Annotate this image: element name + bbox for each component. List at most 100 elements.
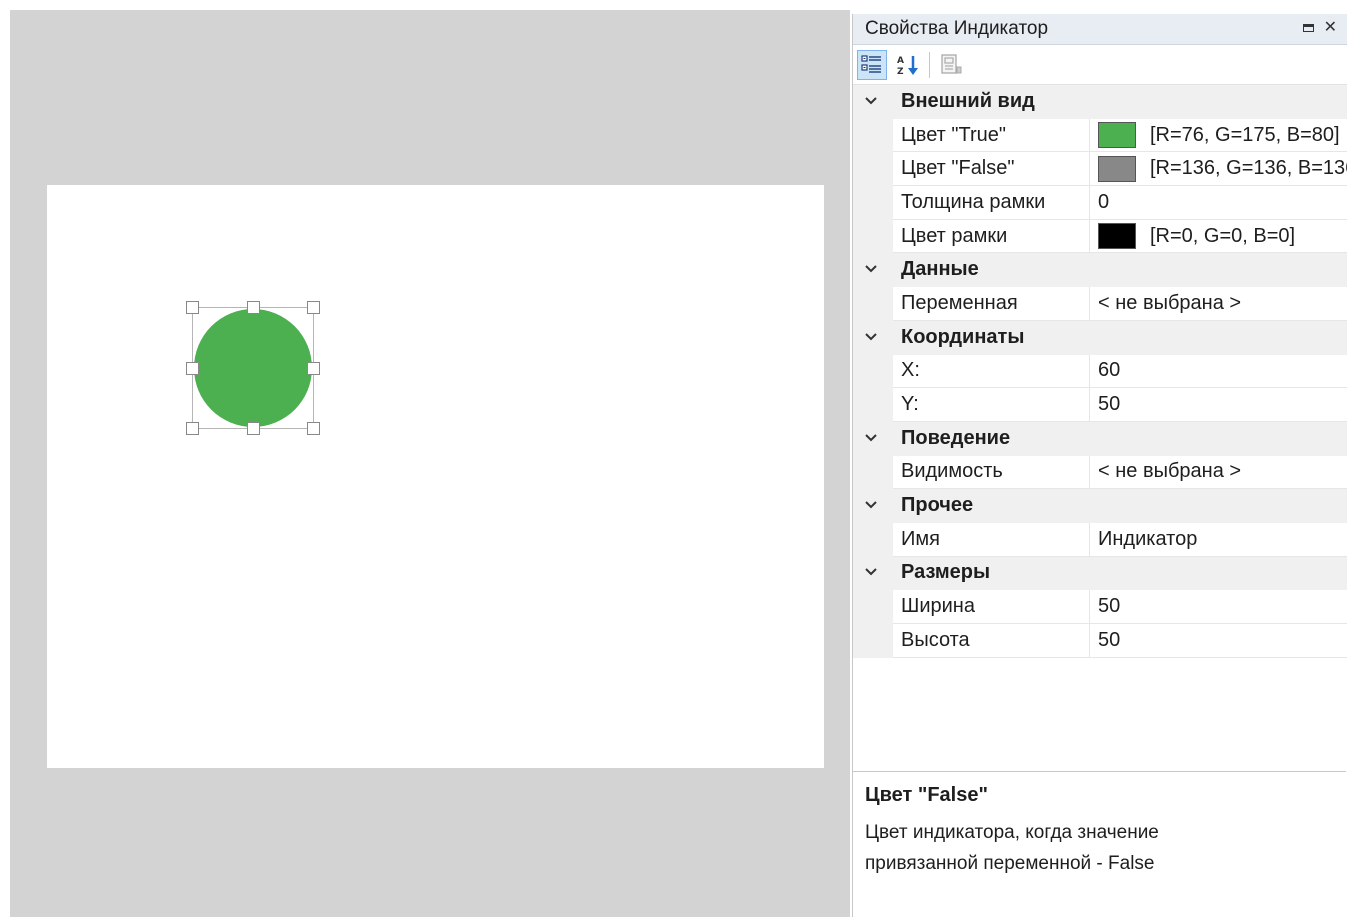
property-name: Имя — [893, 522, 1090, 557]
property-name: Переменная — [893, 287, 1090, 321]
property-gutter — [853, 219, 893, 254]
categorized-icon — [861, 54, 881, 73]
indicator-element[interactable] — [194, 309, 312, 427]
categorized-button[interactable] — [857, 49, 887, 80]
sort-alphabetical-icon: A Z — [897, 55, 918, 77]
property-value[interactable]: Индикатор — [1090, 523, 1347, 557]
property-value-text: < не выбрана > — [1098, 291, 1242, 314]
description-text: Цвет индикатора, когда значение привязан… — [865, 822, 1159, 874]
property-gutter — [853, 388, 893, 422]
property-value[interactable]: [R=0, G=0, B=0] — [1090, 220, 1347, 254]
category-label: Данные — [901, 258, 979, 281]
properties-panel: Свойства Индикатор ✕ A Z Внешний вид Цве… — [852, 14, 1347, 917]
resize-handle-left[interactable] — [186, 362, 199, 375]
resize-handle-right[interactable] — [307, 362, 320, 375]
category-label: Прочее — [901, 494, 974, 517]
resize-handle-top-left[interactable] — [186, 301, 199, 314]
property-value-text: < не выбрана > — [1098, 460, 1242, 483]
description-title: Цвет "False" — [865, 784, 988, 806]
property-grid: Внешний вид Цвет "True" [R=76, G=175, B=80… — [853, 85, 1347, 658]
property-name: Ширина — [893, 590, 1090, 624]
property-value-text: [R=136, G=136, B=136] — [1150, 157, 1347, 180]
property-toolbar: A Z — [853, 45, 1347, 85]
property-gutter — [853, 624, 893, 658]
color-swatch[interactable] — [1098, 223, 1136, 250]
color-swatch[interactable] — [1098, 155, 1136, 182]
category-row[interactable]: Данные — [853, 253, 1347, 288]
property-value-text: [R=76, G=175, B=80] — [1150, 123, 1340, 146]
property-gutter — [853, 455, 893, 490]
property-row[interactable]: Y: 50 — [853, 388, 1347, 422]
property-name: Цвет "False" — [893, 152, 1090, 187]
property-pages-button[interactable] — [936, 50, 966, 80]
close-icon[interactable]: ✕ — [1324, 20, 1337, 36]
property-value[interactable]: < не выбрана > — [1090, 456, 1347, 490]
resize-handle-bottom-right[interactable] — [307, 422, 320, 435]
property-value[interactable]: [R=76, G=175, B=80] — [1090, 119, 1347, 153]
category-label: Внешний вид — [901, 89, 1035, 112]
property-gutter — [853, 152, 893, 187]
property-value[interactable]: [R=136, G=136, B=136] — [1090, 152, 1347, 187]
maximize-icon[interactable] — [1302, 24, 1314, 32]
property-row[interactable]: Цвет "False" [R=136, G=136, B=136] — [853, 152, 1347, 187]
category-row[interactable]: Поведение — [853, 421, 1347, 456]
resize-handle-top-right[interactable] — [307, 301, 320, 314]
property-gutter — [853, 186, 893, 220]
property-row[interactable]: Переменная < не выбрана > — [853, 287, 1347, 321]
property-value[interactable]: 60 — [1090, 355, 1347, 389]
color-swatch[interactable] — [1098, 122, 1136, 149]
property-value[interactable]: 50 — [1090, 388, 1347, 422]
property-row[interactable]: Цвет рамки [R=0, G=0, B=0] — [853, 219, 1347, 254]
property-value-text: 50 — [1098, 595, 1121, 618]
design-canvas[interactable] — [47, 185, 824, 768]
property-row[interactable]: Цвет "True" [R=76, G=175, B=80] — [853, 118, 1347, 153]
property-name: X: — [893, 354, 1090, 389]
property-value[interactable]: 50 — [1090, 624, 1347, 658]
property-row[interactable]: Имя Индикатор — [853, 522, 1347, 557]
svg-text:A: A — [897, 56, 904, 66]
property-row[interactable]: Толщина рамки 0 — [853, 186, 1347, 220]
property-gutter — [853, 522, 893, 557]
panel-title: Свойства Индикатор — [865, 18, 1049, 39]
property-value[interactable]: 0 — [1090, 186, 1347, 220]
property-gutter — [853, 287, 893, 321]
resize-handle-top[interactable] — [247, 301, 260, 314]
property-gutter — [853, 590, 893, 624]
property-value[interactable]: < не выбрана > — [1090, 287, 1347, 321]
resize-handle-bottom-left[interactable] — [186, 422, 199, 435]
chevron-down-icon[interactable] — [853, 430, 889, 447]
property-value-text: 50 — [1098, 393, 1121, 416]
property-name: Y: — [893, 388, 1090, 422]
chevron-down-icon[interactable] — [853, 93, 889, 110]
property-row[interactable]: Высота 50 — [853, 624, 1347, 658]
property-row[interactable]: Видимость < не выбрана > — [853, 455, 1347, 490]
description-pane: Цвет "False" Цвет индикатора, когда знач… — [853, 771, 1346, 917]
svg-text:Z: Z — [897, 67, 904, 77]
category-row[interactable]: Координаты — [853, 320, 1347, 355]
property-value-text: 50 — [1098, 628, 1121, 651]
design-workspace — [10, 10, 850, 917]
chevron-down-icon[interactable] — [853, 329, 889, 346]
property-row[interactable]: Ширина 50 — [853, 590, 1347, 624]
category-row[interactable]: Прочее — [853, 489, 1347, 523]
property-value-text: 60 — [1098, 359, 1121, 382]
property-pages-icon — [941, 53, 962, 74]
toolbar-separator — [929, 51, 930, 78]
property-value[interactable]: 50 — [1090, 590, 1347, 624]
property-gutter — [853, 354, 893, 389]
chevron-down-icon[interactable] — [853, 497, 889, 514]
property-row[interactable]: X: 60 — [853, 354, 1347, 389]
chevron-down-icon[interactable] — [853, 261, 889, 278]
alphabetical-button[interactable]: A Z — [893, 50, 923, 80]
category-label: Координаты — [901, 325, 1025, 348]
chevron-down-icon[interactable] — [853, 564, 889, 581]
property-name: Цвет рамки — [893, 219, 1090, 254]
indicator-selection[interactable] — [186, 301, 320, 435]
category-row[interactable]: Внешний вид — [853, 85, 1347, 119]
property-name: Цвет "True" — [893, 118, 1090, 153]
property-gutter — [853, 118, 893, 153]
category-row[interactable]: Размеры — [853, 556, 1347, 591]
property-name: Видимость — [893, 455, 1090, 490]
property-name: Высота — [893, 624, 1090, 658]
resize-handle-bottom[interactable] — [247, 422, 260, 435]
